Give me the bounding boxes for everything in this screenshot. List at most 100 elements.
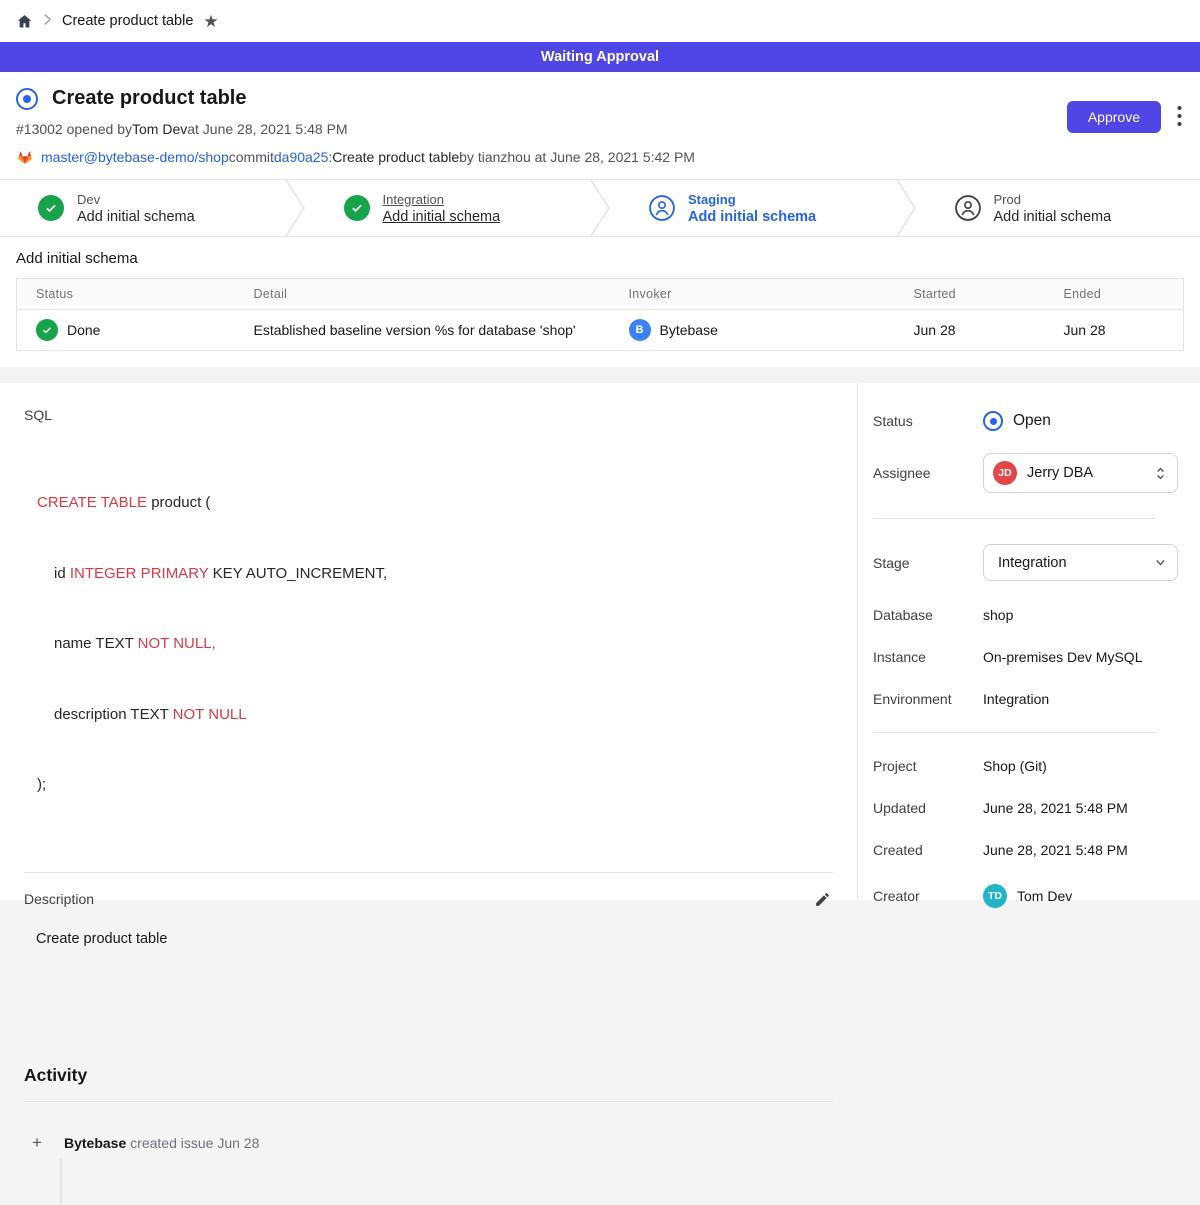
divider xyxy=(24,872,833,873)
task-detail: Established baseline version %s for data… xyxy=(235,310,610,351)
vcs-branch-repo-link[interactable]: master@bytebase-demo/shop xyxy=(41,149,229,165)
stage-separator xyxy=(895,180,917,236)
assignee-select[interactable]: JD Jerry DBA xyxy=(983,453,1178,493)
issue-meta: #13002 opened by Tom Dev at June 28, 202… xyxy=(16,121,695,137)
description-label: Description xyxy=(24,891,94,907)
stage-env-label: Prod xyxy=(994,192,1112,207)
stage-label: Stage xyxy=(873,555,983,571)
assignee-label: Assignee xyxy=(873,465,983,481)
stage-task-label[interactable]: Add initial schema xyxy=(688,209,816,225)
pipeline-stage-staging[interactable]: Staging Add initial schema xyxy=(611,180,895,236)
open-status-icon xyxy=(983,411,1003,431)
lower-content: SQL CREATE TABLE product ( id INTEGER PR… xyxy=(0,383,1200,900)
stage-task-label[interactable]: Add initial schema xyxy=(994,209,1112,225)
stage-separator xyxy=(284,180,306,236)
database-row: Database shop xyxy=(873,607,1178,623)
banner-label: Waiting Approval xyxy=(541,49,659,65)
issue-opener: Tom Dev xyxy=(132,121,187,137)
stage-separator xyxy=(589,180,611,236)
instance-label: Instance xyxy=(873,649,983,665)
check-circle-icon xyxy=(38,195,64,221)
issue-header-left: Create product table #13002 opened by To… xyxy=(16,87,695,166)
sidebar-divider xyxy=(873,732,1156,733)
activity-action: created issue xyxy=(126,1135,217,1151)
stage-env-label: Staging xyxy=(688,192,816,207)
sidebar-divider xyxy=(873,518,1156,519)
environment-row: Environment Integration xyxy=(873,691,1178,707)
issue-header: Create product table #13002 opened by To… xyxy=(0,72,1200,179)
assignee-value: Jerry DBA xyxy=(1027,465,1144,481)
project-row: Project Shop (Git) xyxy=(873,758,1178,774)
sql-line: name TEXT NOT NULL, xyxy=(37,632,833,656)
activity-actor: Bytebase xyxy=(64,1135,126,1151)
sql-line: description TEXT NOT NULL xyxy=(37,703,833,727)
status-label: Status xyxy=(873,413,983,429)
sql-line: CREATE TABLE product ( xyxy=(37,491,833,515)
vcs-commit-line: master@bytebase-demo/shop commit da90a25… xyxy=(16,148,695,166)
issue-sidebar: Status Open Assignee JD Jerry DBA xyxy=(857,383,1200,900)
status-row: Status Open xyxy=(873,411,1178,431)
task-row[interactable]: Done Established baseline version %s for… xyxy=(17,310,1184,351)
col-invoker: Invoker xyxy=(610,279,895,310)
activity-item: + Bytebase created issue Jun 28 xyxy=(24,1130,833,1156)
activity-timeline-connector xyxy=(60,1159,62,1205)
creator-row: Creator TD Tom Dev xyxy=(873,884,1178,908)
chevron-right-icon xyxy=(43,13,52,29)
created-row: Created June 28, 2021 5:48 PM xyxy=(873,842,1178,858)
pipeline-stage-integration[interactable]: Integration Add initial schema xyxy=(306,180,590,236)
description-content: Create product table xyxy=(36,931,833,947)
approve-button[interactable]: Approve xyxy=(1067,101,1161,133)
col-status: Status xyxy=(17,279,235,310)
assignee-row: Assignee JD Jerry DBA xyxy=(873,453,1178,493)
task-section-title: Add initial schema xyxy=(16,250,1184,267)
gitlab-icon xyxy=(16,148,34,166)
database-value[interactable]: shop xyxy=(983,607,1013,623)
commit-hash-link[interactable]: da90a25 xyxy=(274,149,329,165)
home-icon[interactable] xyxy=(16,13,33,30)
commit-message: Create product table xyxy=(332,149,459,165)
stage-task-label[interactable]: Add initial schema xyxy=(77,209,195,225)
pipeline-stage-bar: Dev Add initial schema Integration Add i… xyxy=(0,179,1200,237)
creator-avatar: TD xyxy=(983,884,1007,908)
commit-label: commit xyxy=(229,149,274,165)
status-banner: Waiting Approval xyxy=(0,42,1200,72)
plus-icon: + xyxy=(24,1130,50,1156)
sql-label: SQL xyxy=(24,407,833,423)
favorite-star-icon[interactable]: ★ xyxy=(203,13,218,30)
updated-label: Updated xyxy=(873,800,983,816)
stage-row: Stage Integration xyxy=(873,544,1178,581)
issue-number-opened: #13002 opened by xyxy=(16,121,132,137)
pipeline-stage-prod[interactable]: Prod Add initial schema xyxy=(917,180,1200,236)
project-label: Project xyxy=(873,758,983,774)
stage-env-label[interactable]: Integration xyxy=(383,192,501,207)
issue-title: Create product table xyxy=(52,87,246,110)
edit-pencil-icon[interactable] xyxy=(812,889,833,910)
assignee-avatar: JD xyxy=(993,461,1017,485)
pipeline-stage-dev[interactable]: Dev Add initial schema xyxy=(0,180,284,236)
issue-opened-at: at June 28, 2021 5:48 PM xyxy=(187,121,347,137)
creator-label: Creator xyxy=(873,888,983,904)
divider xyxy=(24,1101,833,1102)
chevron-down-icon xyxy=(1154,556,1167,569)
environment-value: Integration xyxy=(983,691,1049,707)
instance-row: Instance On-premises Dev MySQL xyxy=(873,649,1178,665)
invoker-avatar: B xyxy=(629,319,651,341)
task-status: Done xyxy=(67,322,100,338)
col-detail: Detail xyxy=(235,279,610,310)
task-started: Jun 28 xyxy=(895,310,1045,351)
stage-task-link[interactable]: Add initial schema xyxy=(383,209,501,225)
breadcrumb-page-title: Create product table xyxy=(62,13,193,29)
created-label: Created xyxy=(873,842,983,858)
created-value: June 28, 2021 5:48 PM xyxy=(983,842,1128,858)
more-options-icon[interactable] xyxy=(1175,101,1184,131)
instance-value[interactable]: On-premises Dev MySQL xyxy=(983,649,1142,665)
project-value[interactable]: Shop (Git) xyxy=(983,758,1047,774)
up-down-chevron-icon xyxy=(1154,466,1167,481)
updated-value: June 28, 2021 5:48 PM xyxy=(983,800,1128,816)
person-circle-icon xyxy=(649,195,675,221)
database-label: Database xyxy=(873,607,983,623)
stage-select[interactable]: Integration xyxy=(983,544,1178,581)
breadcrumb: Create product table ★ xyxy=(0,0,1200,42)
sql-code-block: CREATE TABLE product ( id INTEGER PRIMAR… xyxy=(37,444,833,844)
commit-author-time: by tianzhou at June 28, 2021 5:42 PM xyxy=(459,149,695,165)
